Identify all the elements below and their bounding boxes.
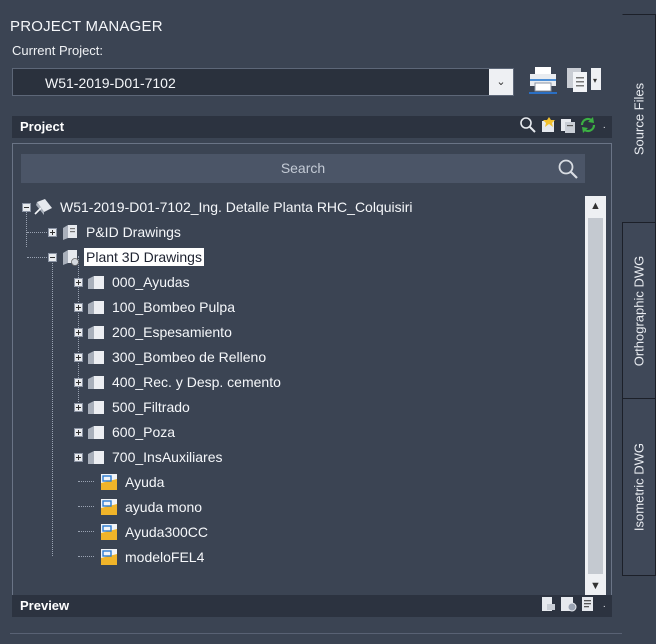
expand-icon[interactable] (74, 402, 83, 412)
tree-scrollbar[interactable]: ▲ ▼ (585, 196, 606, 596)
folder-icon (88, 326, 104, 339)
tab-orthographic-dwg[interactable]: Orthographic DWG (622, 222, 656, 400)
side-tab-strip: Source Files Orthographic DWG Isometric … (622, 0, 656, 644)
file-label: modeloFEL4 (125, 549, 205, 565)
drawing-file-icon (101, 524, 117, 540)
tab-label: Isometric DWG (631, 442, 647, 532)
settings-drawing-icon[interactable] (559, 595, 577, 618)
project-icon (34, 199, 52, 215)
folder-icon (88, 451, 104, 464)
copy-drawing-icon[interactable] (559, 116, 577, 139)
search-placeholder: Search (280, 160, 326, 176)
print-icon[interactable] (527, 64, 559, 94)
current-project-value: W51-2019-D01-7102 (45, 75, 176, 91)
drawing-file-icon (101, 474, 117, 490)
expand-icon[interactable] (74, 302, 83, 312)
properties-icon[interactable] (579, 595, 597, 618)
tree-item-label: P&ID Drawings (86, 224, 181, 240)
tree-file[interactable]: ayuda mono (99, 496, 204, 518)
folder-icon (88, 351, 104, 364)
current-project-dropdown[interactable]: W51-2019-D01-7102 ⌄ (12, 68, 514, 96)
tree-folder[interactable]: 500_Filtrado (74, 396, 192, 418)
preview-section-header: Preview · (12, 595, 612, 617)
search-input[interactable]: Search (21, 154, 585, 183)
divider (10, 633, 622, 634)
file-label: ayuda mono (125, 499, 203, 515)
folder-icon (88, 376, 104, 389)
tree-folder[interactable]: 600_Poza (74, 421, 177, 443)
more-options-icon[interactable]: · (603, 601, 606, 612)
folder-label: 400_Rec. y Desp. cemento (112, 374, 281, 390)
tree-file[interactable]: Ayuda (99, 471, 166, 493)
tab-label: Source Files (631, 82, 647, 156)
left-edge (0, 0, 10, 644)
refresh-icon[interactable] (579, 116, 597, 139)
tree-root[interactable]: W51-2019-D01-7102_Ing. Detalle Planta RH… (22, 196, 415, 218)
tree-folder[interactable]: 300_Bombeo de Relleno (74, 346, 268, 368)
collapse-icon[interactable] (22, 202, 31, 212)
plant3d-folder-icon (63, 250, 79, 266)
folder-icon (88, 426, 104, 439)
collapse-icon[interactable] (48, 252, 57, 262)
tree-item-plant-3d-drawings[interactable]: Plant 3D Drawings (48, 246, 204, 268)
folder-icon (88, 301, 104, 314)
scroll-up-icon[interactable]: ▲ (585, 196, 606, 216)
tab-source-files[interactable]: Source Files (622, 14, 656, 224)
folder-label: 600_Poza (112, 424, 176, 440)
pid-folder-icon (63, 225, 77, 240)
scroll-down-icon[interactable]: ▼ (585, 576, 606, 596)
expand-icon[interactable] (74, 427, 83, 437)
tree-folder[interactable]: 700_InsAuxiliares (74, 446, 225, 468)
expand-icon[interactable] (74, 327, 83, 337)
tree-item-pid-drawings[interactable]: P&ID Drawings (48, 221, 183, 243)
scrollbar-thumb[interactable] (588, 218, 603, 574)
tree-folder[interactable]: 200_Espesamiento (74, 321, 234, 343)
tree-folder[interactable]: 400_Rec. y Desp. cemento (74, 371, 283, 393)
tree-folder[interactable]: 100_Bombeo Pulpa (74, 296, 237, 318)
expand-icon[interactable] (74, 352, 83, 362)
documents-icon[interactable]: ▾ (564, 64, 602, 94)
expand-icon[interactable] (48, 227, 57, 237)
zoom-icon[interactable] (519, 116, 537, 139)
folder-label: 300_Bombeo de Relleno (112, 349, 267, 365)
project-toolbar: · (519, 116, 606, 139)
current-project-label: Current Project: (12, 43, 104, 58)
folder-label: 200_Espesamiento (112, 324, 232, 340)
tab-label: Orthographic DWG (631, 255, 647, 367)
publish-icon[interactable] (539, 595, 557, 618)
preview-section-title: Preview (20, 598, 70, 613)
tree-file[interactable]: Ayuda300CC (99, 521, 210, 543)
folder-label: 500_Filtrado (112, 399, 190, 415)
project-tree-panel: Search W51-2019-D01-7102_Ing. Detalle Pl… (12, 143, 612, 605)
project-section-title: Project (20, 119, 65, 134)
folder-icon (88, 276, 104, 289)
tree-root-label: W51-2019-D01-7102_Ing. Detalle Planta RH… (60, 199, 413, 215)
expand-icon[interactable] (74, 452, 83, 462)
search-icon[interactable] (557, 158, 579, 180)
file-label: Ayuda300CC (125, 524, 209, 540)
project-section-header: Project · (12, 116, 612, 138)
preview-toolbar: · (539, 595, 606, 618)
tree-item-label-selected: Plant 3D Drawings (84, 248, 204, 266)
folder-icon (88, 401, 104, 414)
expand-icon[interactable] (74, 377, 83, 387)
tree-folder[interactable]: 000_Ayudas (74, 271, 192, 293)
tree-file[interactable]: modeloFEL4 (99, 546, 206, 568)
drawing-file-icon (101, 499, 117, 515)
project-tree: W51-2019-D01-7102_Ing. Detalle Planta RH… (13, 196, 583, 596)
folder-label: 700_InsAuxiliares (112, 449, 223, 465)
chevron-down-icon[interactable]: ⌄ (489, 69, 513, 95)
file-label: Ayuda (125, 474, 165, 490)
new-drawing-icon[interactable] (539, 116, 557, 139)
svg-text:▾: ▾ (593, 76, 597, 85)
panel-title: PROJECT MANAGER (10, 18, 163, 35)
folder-label: 100_Bombeo Pulpa (112, 299, 235, 315)
expand-icon[interactable] (74, 277, 83, 287)
folder-label: 000_Ayudas (112, 274, 190, 290)
drawing-file-icon (101, 549, 117, 565)
more-options-icon[interactable]: · (603, 122, 606, 133)
tab-isometric-dwg[interactable]: Isometric DWG (622, 398, 656, 576)
